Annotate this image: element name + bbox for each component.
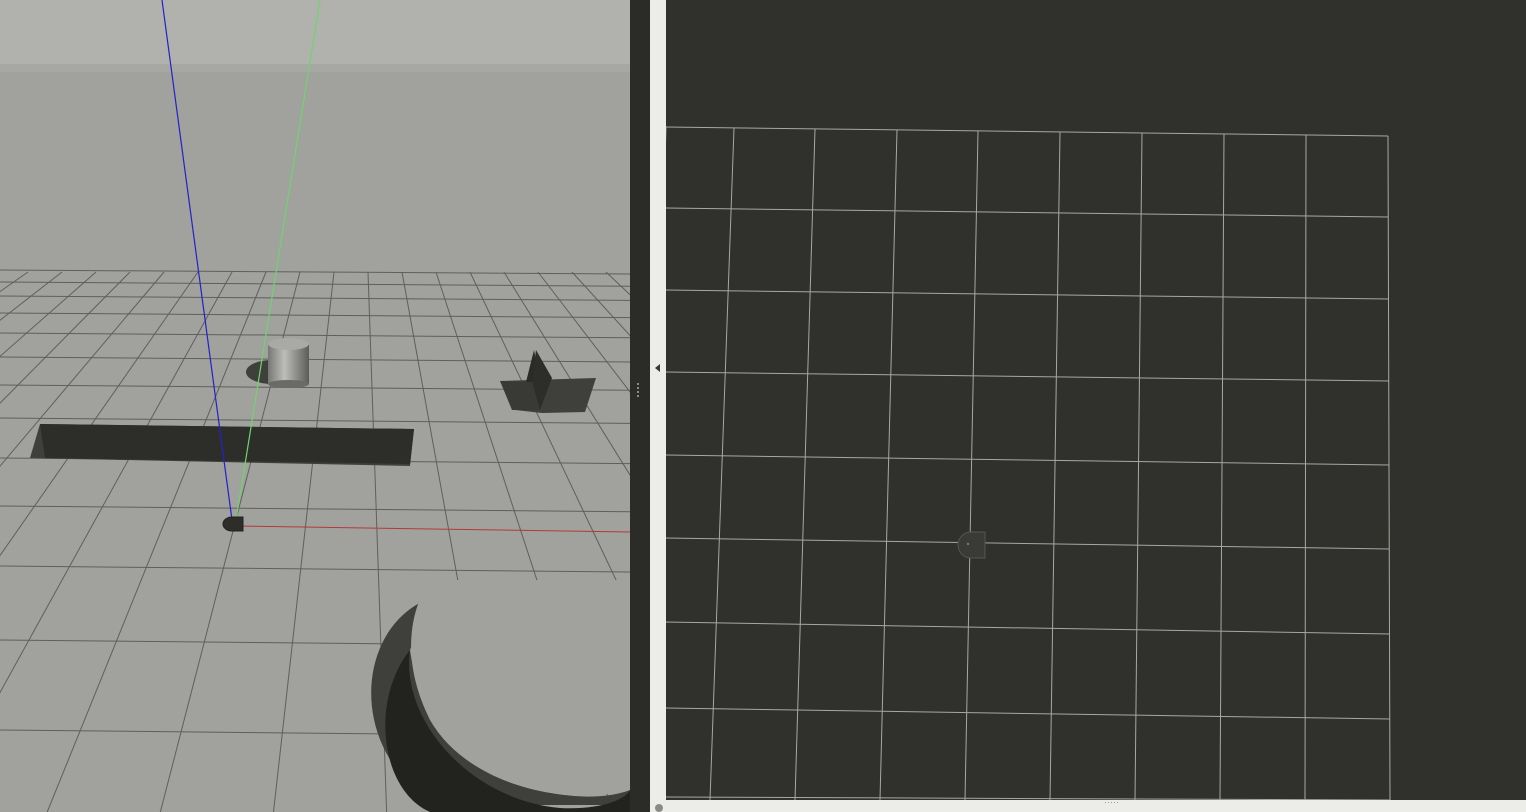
splitter-grip-icon xyxy=(637,383,639,397)
round-obstacle[interactable] xyxy=(371,580,630,812)
rviz-render-view[interactable] xyxy=(666,0,1526,800)
triangle-left-icon[interactable] xyxy=(652,362,664,374)
sky-background xyxy=(0,0,630,70)
circle-handle-icon[interactable] xyxy=(654,802,664,812)
robot-footprint[interactable] xyxy=(957,531,986,559)
grip-dots-icon[interactable] xyxy=(1104,801,1120,805)
robot-model[interactable] xyxy=(222,516,244,532)
rviz-canvas[interactable] xyxy=(666,0,1526,800)
scene-canvas[interactable] xyxy=(0,0,630,812)
application-window xyxy=(0,0,1526,812)
gazebo-3d-viewport[interactable] xyxy=(0,0,630,812)
rviz-panel-border xyxy=(650,0,666,812)
cylinder-obstacle[interactable] xyxy=(268,338,309,388)
rviz-status-bar xyxy=(650,800,1526,812)
panel-side-margin xyxy=(636,0,650,812)
